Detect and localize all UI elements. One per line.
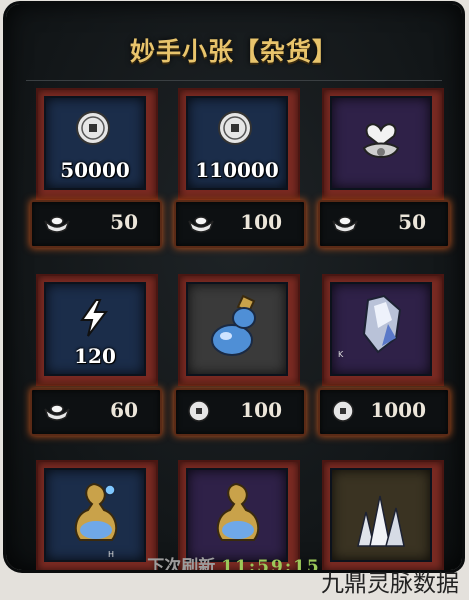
copper-coin-icon <box>218 111 252 145</box>
silver-ingot-icon <box>44 216 70 233</box>
price-button-6[interactable]: 1000 <box>318 388 450 436</box>
shop-item-3[interactable] <box>322 88 444 200</box>
shop-item-6[interactable]: K <box>322 274 444 386</box>
price-button-4[interactable]: 60 <box>30 388 162 436</box>
watermark: 九鼎灵脉数据 <box>321 571 459 597</box>
price-button-5[interactable]: 100 <box>174 388 306 436</box>
item-amount: 120 <box>74 344 116 368</box>
price-value: 1000 <box>370 398 426 422</box>
refresh-time: 11:59:15 <box>221 557 321 570</box>
price-value: 50 <box>110 210 138 234</box>
copper-coin-icon <box>332 400 354 422</box>
silver-ingot-icon <box>332 216 358 233</box>
shop-item-5[interactable] <box>178 274 300 386</box>
silver-ingot-icon <box>44 404 70 421</box>
blue-gourd-icon <box>211 294 256 356</box>
item-amount: 50000 <box>60 158 130 182</box>
price-value: 50 <box>398 210 426 234</box>
price-button-2[interactable]: 100 <box>174 200 306 248</box>
golden-flask-icon <box>74 482 118 541</box>
silver-ingot-icon <box>188 216 214 233</box>
heart-crest-icon <box>362 123 400 158</box>
shop-item-2[interactable]: 110000 <box>178 88 300 200</box>
price-value: 60 <box>110 398 138 422</box>
price-value: 100 <box>240 398 282 422</box>
price-button-1[interactable]: 50 <box>30 200 162 248</box>
copper-coin-icon <box>76 111 110 145</box>
crystal-shard-icon <box>362 294 402 354</box>
title-divider <box>26 80 442 81</box>
refresh-label: 下次刷新 <box>147 557 216 570</box>
item-amount: 110000 <box>195 158 279 182</box>
shop-panel: 妙手小张【杂货】 50000 110000 50 100 50 120 K 60… <box>6 4 462 570</box>
item-tag-k: K <box>338 350 344 359</box>
lightning-energy-icon <box>80 299 108 337</box>
shop-item-4[interactable]: 120 <box>36 274 158 386</box>
golden-flask-icon <box>216 482 260 541</box>
shop-title: 妙手小张【杂货】 <box>129 37 338 66</box>
crystal-cluster-icon <box>357 495 405 547</box>
copper-coin-icon <box>188 400 210 422</box>
price-value: 100 <box>240 210 282 234</box>
shop-item-1[interactable]: 50000 <box>36 88 158 200</box>
price-button-3[interactable]: 50 <box>318 200 450 248</box>
